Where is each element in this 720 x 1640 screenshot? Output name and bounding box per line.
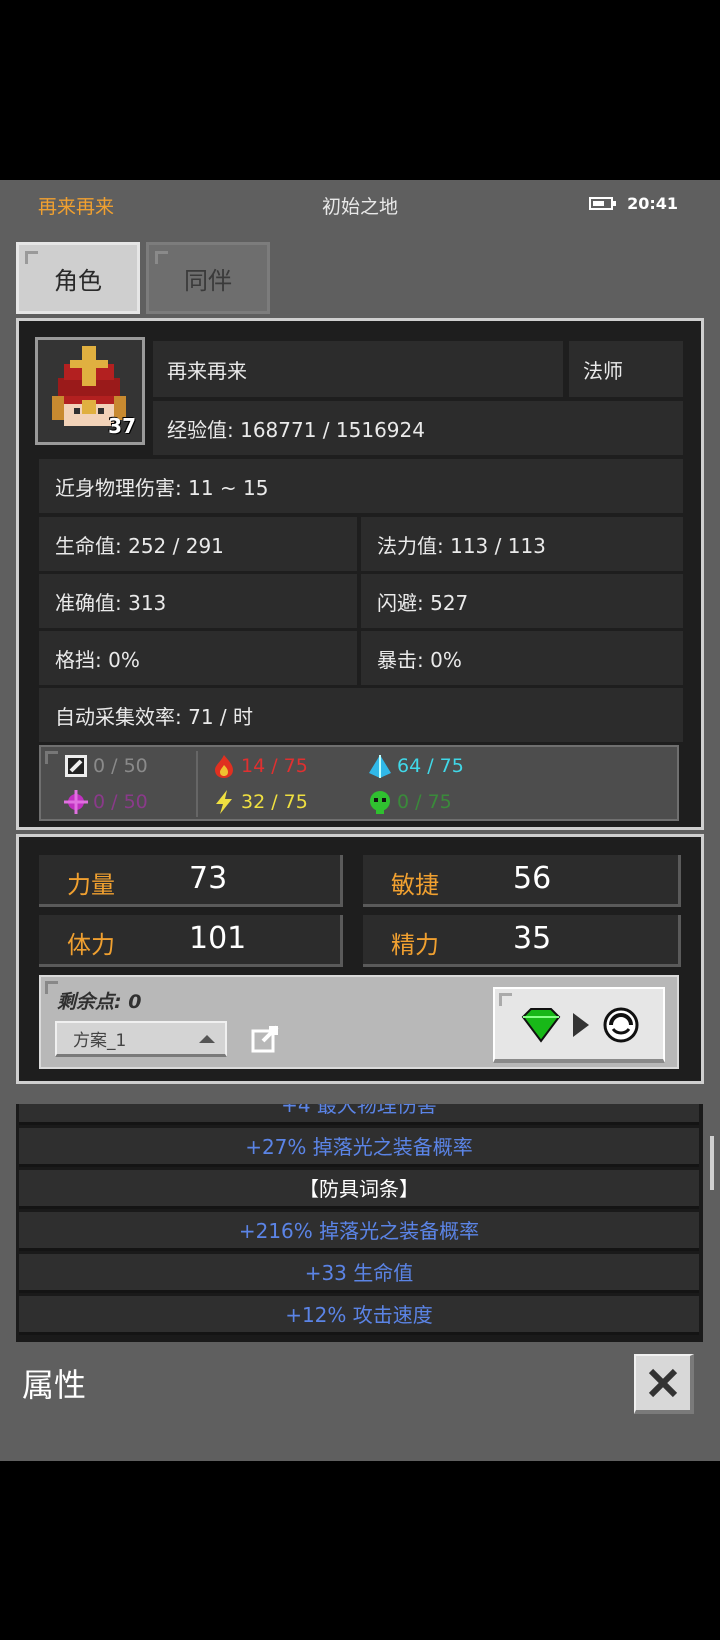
- arrow-right-icon: [573, 1013, 589, 1037]
- resistance-panel: 0 / 50 0 / 50 14 / 75 32 / 75 64 / 75 0 …: [39, 745, 679, 821]
- refresh-icon: [603, 1007, 639, 1043]
- level-badge: 37: [108, 414, 136, 438]
- avatar: 37: [35, 337, 145, 445]
- resist-lightning: 32 / 75: [211, 789, 308, 815]
- affix-list[interactable]: +4 最大物理伤害 +27% 掉落光之装备概率 【防具词条】 +216% 掉落光…: [16, 1104, 703, 1342]
- character-stats-panel: 37 再来再来 法师 经验值: 168771 / 1516924 近身物理伤害:…: [16, 318, 704, 830]
- attr-energy: 精力 35: [363, 915, 681, 967]
- resist-arcane: 0 / 50: [63, 789, 148, 815]
- attr-stamina: 体力 101: [39, 915, 343, 967]
- battery-icon: [589, 197, 617, 210]
- hp-value: 生命值: 252 / 291: [39, 517, 357, 571]
- remaining-points: 剩余点: 0: [57, 991, 142, 1013]
- resist-fire: 14 / 75: [211, 753, 308, 779]
- gem-icon: [521, 1008, 561, 1043]
- attr-strength: 力量 73: [39, 855, 343, 907]
- crit-value: 暴击: 0%: [361, 631, 683, 685]
- close-icon: [648, 1368, 678, 1398]
- attributes-panel: 力量 73 敏捷 56 体力 101 精力 35 剩余点: 0 方案_1: [16, 834, 704, 1084]
- plan-select[interactable]: 方案_1: [55, 1021, 227, 1057]
- attr-agility: 敏捷 56: [363, 855, 681, 907]
- close-button[interactable]: [634, 1354, 694, 1414]
- list-item: +216% 掉落光之装备概率: [19, 1212, 699, 1251]
- character-class: 法师: [569, 341, 683, 397]
- list-item: +4 最大物理伤害: [19, 1104, 699, 1125]
- list-item: +33 生命值: [19, 1254, 699, 1293]
- exp-value: 经验值: 168771 / 1516924: [153, 401, 683, 455]
- ice-crystal-icon: [369, 755, 391, 778]
- resist-physical: 0 / 50: [63, 753, 148, 779]
- list-section-header: 【防具词条】: [19, 1170, 699, 1209]
- lightning-icon: [216, 790, 232, 814]
- character-name: 再来再来: [153, 341, 563, 397]
- status-bar: 再来再来 初始之地 20:41: [0, 180, 720, 228]
- chevron-up-icon: [199, 1035, 215, 1043]
- block-value: 格挡: 0%: [39, 631, 357, 685]
- clock: 20:41: [627, 194, 678, 213]
- tab-companion[interactable]: 同伴: [146, 242, 270, 314]
- tab-character[interactable]: 角色: [16, 242, 140, 314]
- game-window: 再来再来 初始之地 20:41 角色 同伴 37 再来再来 法师 经验值: 16…: [0, 180, 720, 1461]
- points-box: 剩余点: 0 方案_1: [39, 975, 679, 1069]
- gem-convert-button[interactable]: [493, 987, 665, 1063]
- dodge-value: 闪避: 527: [361, 574, 683, 628]
- resist-cold: 64 / 75: [367, 753, 464, 779]
- sword-icon: [65, 755, 87, 777]
- fire-icon: [215, 755, 233, 778]
- arcane-star-icon: [64, 790, 88, 814]
- mp-value: 法力值: 113 / 113: [361, 517, 683, 571]
- tab-companion-label: 同伴: [184, 266, 232, 295]
- edit-icon[interactable]: [251, 1025, 279, 1053]
- gather-efficiency: 自动采集效率: 71 / 时: [39, 688, 683, 742]
- list-item: +27% 掉落光之装备概率: [19, 1128, 699, 1167]
- melee-damage: 近身物理伤害: 11 ~ 15: [39, 459, 683, 513]
- list-item: +12% 攻击速度: [19, 1296, 699, 1335]
- resist-poison: 0 / 75: [367, 789, 452, 815]
- page-title: 属性: [22, 1366, 87, 1404]
- poison-skull-icon: [370, 791, 390, 814]
- list-scrollbar[interactable]: [710, 1136, 714, 1190]
- tab-character-label: 角色: [54, 266, 102, 295]
- accuracy-value: 准确值: 313: [39, 574, 357, 628]
